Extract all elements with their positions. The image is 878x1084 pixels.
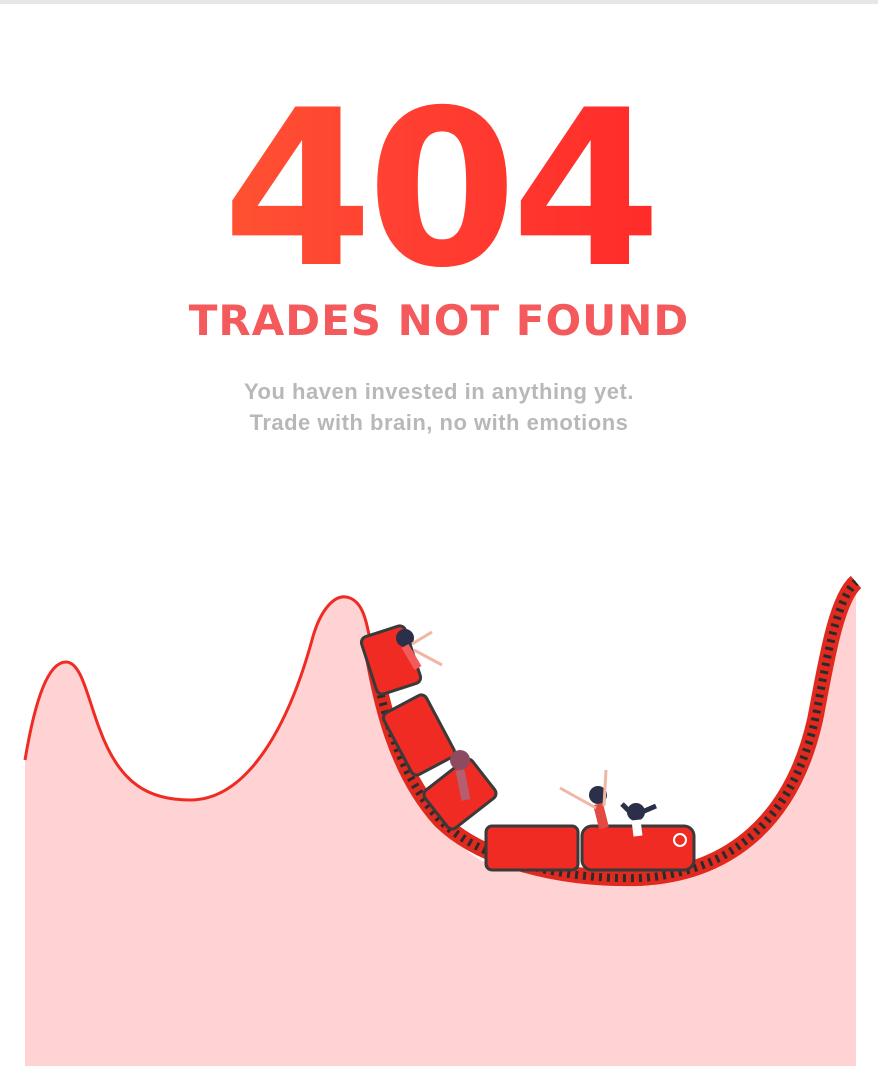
top-border (0, 0, 878, 4)
error-headline: TRADES NOT FOUND (188, 296, 690, 345)
roller-coaster-illustration (23, 575, 862, 1066)
error-code: 404 (0, 82, 878, 298)
error-message-line-2: Trade with brain, no with emotions (249, 410, 629, 435)
coaster-car-4 (484, 824, 580, 872)
error-message: You haven invested in anything yet. Trad… (0, 376, 878, 438)
rider-3 (559, 769, 609, 830)
error-message-line-1: You haven invested in anything yet. (244, 379, 634, 404)
